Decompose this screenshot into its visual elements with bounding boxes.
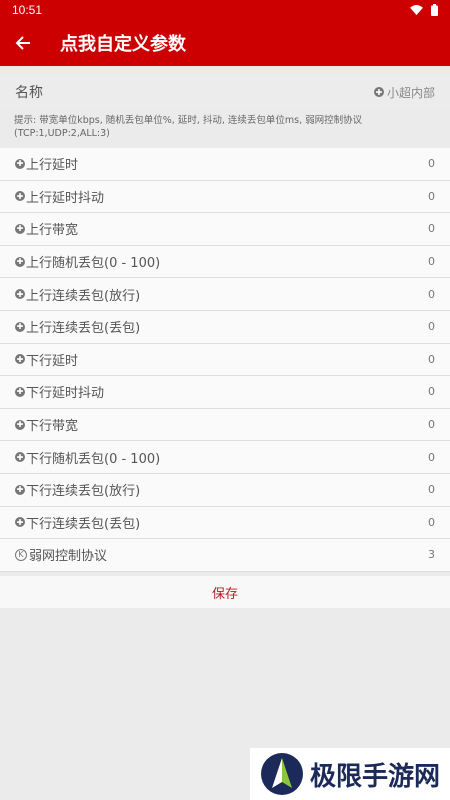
row-value: 0 — [428, 483, 435, 497]
back-button[interactable] — [0, 20, 46, 66]
name-row[interactable]: 名称 ✚ 小超内部 — [0, 76, 450, 108]
row-value: 3 — [428, 548, 435, 562]
name-value-text: 小超内部 — [386, 85, 435, 100]
plus-circle-icon: ✚ — [15, 223, 25, 234]
row-down-bandwidth[interactable]: ✚ 下行带宽 0 — [0, 409, 450, 442]
row-label: 上行随机丢包(0 - 100) — [26, 256, 161, 272]
plus-circle-icon: ✚ — [15, 452, 25, 463]
plus-circle-icon: ✚ — [15, 256, 25, 267]
plus-circle-icon: ✚ — [15, 484, 25, 495]
row-up-burst-pass[interactable]: ✚ 上行连续丢包(放行) 0 — [0, 278, 450, 311]
plus-circle-icon: ✚ — [15, 517, 25, 528]
row-down-burst-pass[interactable]: ✚ 下行连续丢包(放行) 0 — [0, 474, 450, 507]
hint-text: 提示: 带宽单位kbps, 随机丢包单位%, 延时, 抖动, 连续丢包单位ms,… — [14, 115, 363, 139]
row-value: 0 — [428, 450, 435, 464]
name-label: 名称 — [15, 85, 43, 101]
row-label: 下行连续丢包(丢包) — [26, 516, 141, 532]
row-label: 上行连续丢包(丢包) — [26, 321, 141, 337]
row-up-jitter[interactable]: ✚ 上行延时抖动 0 — [0, 181, 450, 214]
wifi-icon — [410, 4, 423, 15]
row-label: 下行延时 — [26, 353, 79, 369]
plus-circle-icon: ✚ — [15, 419, 25, 430]
row-up-random-loss[interactable]: ✚ 上行随机丢包(0 - 100) 0 — [0, 246, 450, 279]
page-title: 点我自定义参数 — [60, 34, 186, 55]
row-label: 下行延时抖动 — [26, 386, 105, 402]
row-value: 0 — [428, 189, 435, 203]
row-value: 0 — [428, 418, 435, 432]
param-list: ✚ 上行延时 0 ✚ 上行延时抖动 0 ✚ 上行带宽 0 ✚ 上行随机丢包(0 - 100) 0… — [0, 148, 450, 572]
plus-circle-icon: ✚ — [15, 158, 25, 169]
row-label: 弱网控制协议 — [29, 549, 108, 565]
plus-circle-icon: ✚ — [15, 191, 25, 202]
row-value: 0 — [428, 287, 435, 301]
row-label: 上行带宽 — [26, 223, 79, 239]
row-label: 下行带宽 — [26, 419, 79, 435]
status-bar: 10:51 — [0, 0, 450, 20]
name-value: ✚ 小超内部 — [373, 84, 435, 101]
row-label: 下行连续丢包(放行) — [26, 484, 141, 500]
row-value: 0 — [428, 255, 435, 269]
row-up-bandwidth[interactable]: ✚ 上行带宽 0 — [0, 213, 450, 246]
plus-circle-icon: ✚ — [373, 87, 384, 97]
save-button[interactable]: 保存 — [0, 576, 450, 608]
app-bar: 点我自定义参数 — [0, 20, 450, 66]
status-time: 10:51 — [12, 3, 43, 17]
watermark-text: 极限手游网 — [310, 761, 441, 792]
watermark: 极限手游网 — [250, 748, 450, 800]
battery-icon — [431, 4, 438, 16]
row-label: 上行延时 — [26, 158, 79, 174]
row-protocol[interactable]: K 弱网控制协议 3 — [0, 539, 450, 572]
row-down-delay[interactable]: ✚ 下行延时 0 — [0, 344, 450, 377]
row-value: 0 — [428, 320, 435, 334]
row-label: 下行随机丢包(0 - 100) — [26, 451, 161, 467]
row-up-delay[interactable]: ✚ 上行延时 0 — [0, 148, 450, 181]
plus-circle-icon: ✚ — [15, 321, 25, 332]
row-value: 0 — [428, 352, 435, 366]
plus-circle-icon: ✚ — [15, 354, 25, 365]
row-value: 0 — [428, 385, 435, 399]
row-down-jitter[interactable]: ✚ 下行延时抖动 0 — [0, 376, 450, 409]
row-label: 上行延时抖动 — [26, 190, 105, 206]
row-up-burst-drop[interactable]: ✚ 上行连续丢包(丢包) 0 — [0, 311, 450, 344]
row-value: 0 — [428, 515, 435, 529]
arrow-back-icon — [15, 36, 30, 50]
logo-icon — [261, 753, 303, 795]
row-down-burst-drop[interactable]: ✚ 下行连续丢包(丢包) 0 — [0, 507, 450, 540]
k-circle-icon: K — [15, 548, 27, 561]
row-down-random-loss[interactable]: ✚ 下行随机丢包(0 - 100) 0 — [0, 441, 450, 474]
row-value: 0 — [428, 157, 435, 171]
row-label: 上行连续丢包(放行) — [26, 288, 141, 304]
plus-circle-icon: ✚ — [15, 386, 25, 397]
plus-circle-icon: ✚ — [15, 289, 25, 300]
row-value: 0 — [428, 222, 435, 236]
